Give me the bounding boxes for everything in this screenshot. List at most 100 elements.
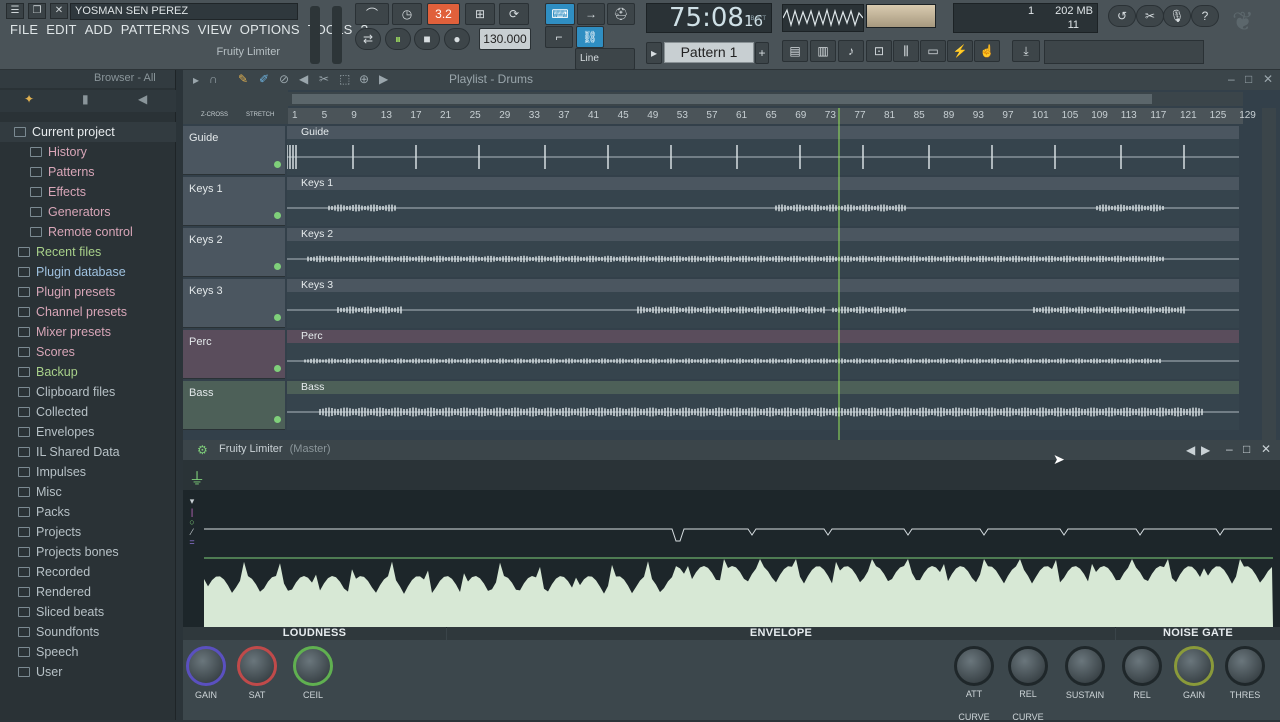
plugin-titlebar[interactable]: Fruity Limiter (Master) [183, 440, 1280, 460]
browser-item[interactable]: Recorded [0, 562, 176, 582]
browser-item[interactable]: Projects [0, 522, 176, 542]
sustain-knob[interactable] [1065, 646, 1105, 686]
export-icon[interactable]: ⤓ [1012, 40, 1040, 62]
audio-clip[interactable]: Bass [287, 381, 1239, 430]
prev-preset-icon[interactable]: ◀ [1186, 443, 1195, 457]
tempo-display[interactable]: 130.000 [479, 28, 531, 50]
browser-item[interactable]: Misc [0, 482, 176, 502]
audio-clip[interactable]: Guide [287, 126, 1239, 175]
stop-button[interactable]: ■ [414, 28, 440, 50]
pattern-song-toggle[interactable]: ⇄ [355, 28, 381, 50]
piano-roll-icon[interactable]: ♪ [838, 40, 864, 62]
typing-keyboard-button[interactable]: ⌨ [545, 3, 575, 25]
ceil-knob[interactable] [293, 646, 333, 686]
browser-item[interactable]: User [0, 662, 176, 682]
gain-knob[interactable] [186, 646, 226, 686]
browser-item[interactable]: Rendered [0, 582, 176, 602]
song-time-display[interactable]: 75:0816 B:S:T [646, 3, 772, 33]
menu-file[interactable]: FILE [10, 22, 38, 40]
cut-icon[interactable]: ✂ [1136, 5, 1164, 27]
speaker-icon[interactable]: ◀ [138, 92, 147, 106]
browser-item[interactable]: Soundfonts [0, 622, 176, 642]
slice-icon[interactable]: ✂ [319, 72, 329, 86]
horizontal-scrollbar[interactable] [288, 92, 1243, 106]
window-minimize-icon[interactable]: – [1228, 72, 1235, 86]
sat-knob[interactable] [237, 646, 277, 686]
browser-item[interactable]: Envelopes [0, 422, 176, 442]
play-button[interactable]: ⏸ [385, 28, 411, 50]
track-header[interactable]: Keys 1 [183, 177, 285, 226]
track-header[interactable]: Bass [183, 381, 285, 430]
plugin-icon[interactable]: ⚡ [947, 40, 973, 62]
gate-gain-knob[interactable] [1174, 646, 1214, 686]
next-preset-icon[interactable]: ▶ [1201, 443, 1210, 457]
track-header[interactable]: Guide [183, 126, 285, 175]
magnet-snap-icon[interactable]: ∩ [209, 72, 218, 86]
vertical-scrollbar[interactable] [1262, 108, 1276, 440]
file-icon[interactable]: ▮ [82, 92, 89, 106]
track-enable-led[interactable] [274, 416, 281, 423]
browser-item[interactable]: Clipboard files [0, 382, 176, 402]
browser-item[interactable]: Mixer presets [0, 322, 176, 342]
menu-patterns[interactable]: PATTERNS [121, 22, 190, 40]
browser-item[interactable]: Remote control [0, 222, 176, 242]
stretch-toggle[interactable]: STRETCH [246, 112, 274, 118]
display-side-controls[interactable]: ▾ | ○ ⁄ = [183, 496, 201, 606]
pencil-icon[interactable]: ✎ [238, 72, 248, 86]
zcross-toggle[interactable]: Z-CROSS [201, 112, 228, 118]
track-header[interactable]: Keys 2 [183, 228, 285, 277]
window-close-icon[interactable]: ✕ [50, 3, 68, 19]
master-pitch-slider[interactable] [332, 6, 342, 64]
audio-clip[interactable]: Perc [287, 330, 1239, 379]
browser-window-icon[interactable]: ⊡ [866, 40, 892, 62]
loop-record-button[interactable]: ⟳ [499, 3, 529, 25]
browser-item[interactable]: Generators [0, 202, 176, 222]
pattern-prev-button[interactable]: ▸ [646, 42, 662, 64]
touch-icon[interactable]: ☝ [974, 40, 1000, 62]
browser-item[interactable]: History [0, 142, 176, 162]
audio-clip[interactable]: Keys 1 [287, 177, 1239, 226]
browser-item[interactable]: Plugin database [0, 262, 176, 282]
gear-icon[interactable]: ⚙ [197, 443, 208, 457]
track-header[interactable]: Perc [183, 330, 285, 379]
browser-item[interactable]: Packs [0, 502, 176, 522]
browser-item[interactable]: Current project [0, 122, 176, 142]
menu-add[interactable]: ADD [85, 22, 113, 40]
project-icon[interactable]: ▭ [920, 40, 946, 62]
rel-knob[interactable] [1008, 646, 1048, 686]
playback-icon[interactable]: ▶ [379, 72, 388, 86]
browser-item[interactable]: Impulses [0, 462, 176, 482]
browser-item[interactable]: Speech [0, 642, 176, 662]
next-button[interactable]: → [577, 3, 605, 25]
undo-icon[interactable]: ↺ [1108, 5, 1136, 27]
track-enable-led[interactable] [274, 263, 281, 270]
link-button[interactable]: ⛓ [576, 26, 604, 48]
mixer-icon[interactable]: ⫼ [893, 40, 919, 62]
browser-item[interactable]: Projects bones [0, 542, 176, 562]
channel-rack-icon[interactable]: ▥ [810, 40, 836, 62]
wait-input-button[interactable]: ◷ [392, 3, 422, 25]
timeline-ruler[interactable]: 1 5 9 13 17 21 25 29 33 37 41 45 49 53 57 61 65 69 73 77 81 8… [288, 108, 1256, 124]
microphone-icon[interactable]: 🎙 [1163, 5, 1191, 27]
mute-icon[interactable]: ◀ [299, 72, 308, 86]
magnet-icon[interactable]: ⌐ [545, 26, 573, 48]
track-enable-led[interactable] [274, 365, 281, 372]
window-maximize-icon[interactable]: □ [1245, 72, 1252, 86]
window-menu-icon[interactable]: ☰ [6, 3, 24, 19]
paint-icon[interactable]: ✐ [259, 72, 269, 86]
gate-rel-knob[interactable] [1122, 646, 1162, 686]
window-close-icon[interactable]: ✕ [1263, 72, 1273, 86]
browser-item[interactable]: Patterns [0, 162, 176, 182]
plugin-close-icon[interactable]: ✕ [1261, 442, 1271, 456]
browser-item[interactable]: Plugin presets [0, 282, 176, 302]
menu-edit[interactable]: EDIT [46, 22, 76, 40]
browser-item[interactable]: Scores [0, 342, 176, 362]
audio-clip[interactable]: Keys 3 [287, 279, 1239, 328]
menu-view[interactable]: VIEW [198, 22, 232, 40]
track-enable-led[interactable] [274, 161, 281, 168]
help-icon[interactable]: ? [1191, 5, 1219, 27]
browser-item[interactable]: Backup [0, 362, 176, 382]
record-button[interactable]: ● [444, 28, 470, 50]
scrollbar-thumb[interactable] [292, 94, 1152, 104]
att-knob[interactable] [954, 646, 994, 686]
